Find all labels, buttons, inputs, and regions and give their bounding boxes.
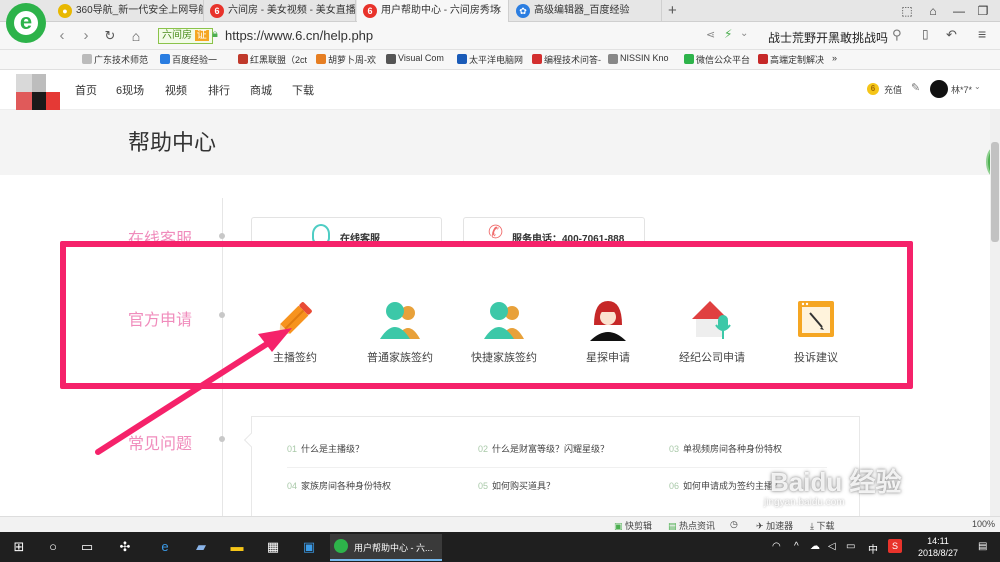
hot-news-button[interactable]: ▤ 热点资讯 <box>668 519 715 532</box>
photo-app-icon[interactable]: ▣ <box>298 537 320 557</box>
laptop-app-icon[interactable]: ▰ <box>190 537 212 557</box>
file-explorer-icon[interactable]: ▬ <box>226 537 248 557</box>
ime-indicator[interactable]: 中 <box>868 541 878 556</box>
taskbar-browser-app[interactable]: 用户帮助中心 - 六... <box>330 534 442 561</box>
system-clock[interactable]: 14:11 2018/8/27 <box>912 535 964 559</box>
fan-app-icon[interactable]: ✣ <box>114 537 136 557</box>
faq-item[interactable]: 02 什么是财富等级？闪耀星级？ <box>478 442 609 455</box>
cloud-icon[interactable]: ☁ <box>810 541 820 552</box>
windows-start-icon[interactable]: ⊞ <box>8 537 30 557</box>
notifications-icon[interactable]: ▤ <box>978 541 987 552</box>
edge-icon[interactable]: e <box>154 537 176 557</box>
scrollbar-thumb[interactable] <box>991 142 999 242</box>
download-icon: ⤓ <box>810 521 814 531</box>
battery-icon[interactable]: ▭ <box>846 541 855 552</box>
faq-item[interactable]: 06 如何申请成为签约主播？ <box>669 479 782 492</box>
faq-divider <box>287 467 827 468</box>
os-taskbar: ⊞ ○ ▭ ✣ e ▰ ▬ ▦ ▣ 用户帮助中心 - 六... ◠ ^ ☁ ◁ … <box>0 532 1000 562</box>
page-scrollbar[interactable] <box>990 110 1000 516</box>
wifi-icon[interactable]: ◠ <box>772 541 781 552</box>
download-button[interactable]: ⤓ 下载 <box>810 519 835 532</box>
baidu-watermark: Baidu 经验 <box>770 467 902 497</box>
volume-icon[interactable]: ◁ <box>828 541 836 552</box>
chevron-up-icon[interactable]: ^ <box>794 541 799 552</box>
section-faq: 常见问题 <box>128 436 193 453</box>
clock-date: 2018/8/27 <box>917 548 959 558</box>
task-view-icon[interactable]: ▭ <box>76 537 98 557</box>
browser-app-icon <box>334 539 348 553</box>
quick-clip-button[interactable]: ▣ 快剪辑 <box>614 519 652 532</box>
sogou-ime-icon[interactable]: S <box>888 539 902 553</box>
clock-time: 14:11 <box>927 536 949 546</box>
zoom-level[interactable]: 100% <box>972 519 995 529</box>
faq-item[interactable]: 01 什么是主播级？ <box>287 442 364 455</box>
cortana-icon[interactable]: ○ <box>42 537 64 557</box>
store-icon[interactable]: ▦ <box>262 537 284 557</box>
clock-icon[interactable]: ◷ <box>730 519 738 530</box>
faq-item[interactable]: 03 单视频房间各种身份特权 <box>669 442 782 455</box>
accelerator-button[interactable]: ✈ 加速器 <box>756 519 793 532</box>
clip-icon: ▣ <box>614 521 623 531</box>
faq-item[interactable]: 05 如何购买道具？ <box>478 479 555 492</box>
browser-logo-icon[interactable]: e <box>6 3 46 43</box>
baidu-watermark-url: jingyan.baidu.com <box>764 497 845 508</box>
news-icon: ▤ <box>668 521 677 531</box>
browser-status-bar: ▣ 快剪辑 ▤ 热点资讯 ◷ ✈ 加速器 ⤓ 下载 100% <box>0 516 1000 532</box>
faq-item[interactable]: 04 家族房间各种身份特权 <box>287 479 391 492</box>
rocket-icon: ✈ <box>756 521 764 531</box>
